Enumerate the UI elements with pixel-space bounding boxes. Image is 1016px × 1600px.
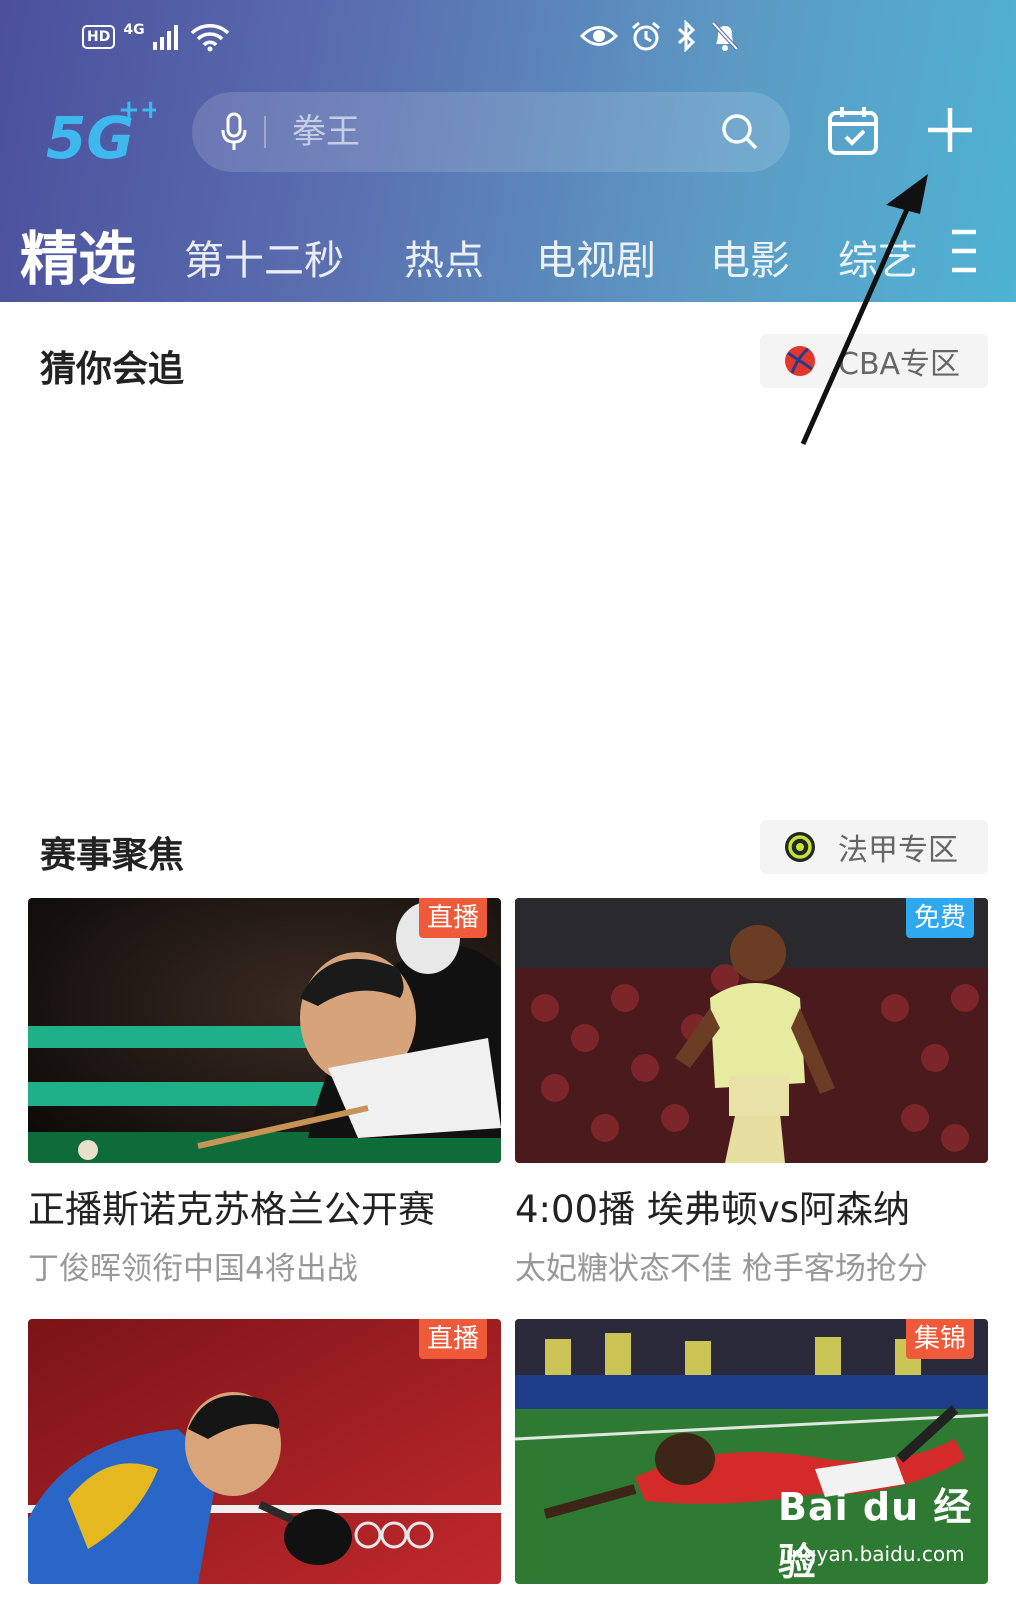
signal-icon <box>152 25 178 50</box>
watermark-url: jingyan.baidu.com <box>780 1542 965 1566</box>
eye-icon <box>580 26 618 46</box>
event-card[interactable]: 直播 <box>28 1319 501 1584</box>
card-subtitle: 丁俊晖领衔中国4将出战 <box>28 1251 358 1287</box>
tab-tv-series[interactable]: 电视剧 <box>536 228 656 286</box>
card-title[interactable]: 4:00播 埃弗顿vs阿森纳 <box>515 1179 988 1233</box>
card-thumbnail[interactable]: 免费 <box>515 898 988 1163</box>
cba-logo-icon <box>785 346 815 376</box>
plus-icon[interactable] <box>924 104 976 156</box>
tab-movies[interactable]: 电影 <box>710 228 790 286</box>
tab-hot[interactable]: 热点 <box>404 228 484 286</box>
ligue1-zone-button[interactable]: 法甲专区 <box>760 820 988 874</box>
calendar-check-icon[interactable] <box>826 104 880 158</box>
cba-zone-button[interactable]: CBA专区 <box>760 334 988 388</box>
ligue1-logo-icon <box>785 832 815 862</box>
status-left: HD 4G <box>82 22 231 52</box>
alarm-icon <box>632 21 660 51</box>
status-center <box>580 20 740 52</box>
highlights-badge: 集锦 <box>905 1319 974 1359</box>
search-separator <box>264 116 266 148</box>
card-thumbnail[interactable]: 直播 <box>28 1319 501 1584</box>
tab-twelfth-second[interactable]: 第十二秒 <box>184 228 344 286</box>
bluetooth-icon <box>677 20 696 52</box>
card-title[interactable]: 正播斯诺克苏格兰公开赛 <box>28 1179 501 1233</box>
ligue1-zone-label: 法甲专区 <box>838 833 958 868</box>
wifi-icon <box>190 24 229 52</box>
tab-featured[interactable]: 精选 <box>20 212 136 296</box>
watermark-title: Bai du 经验 <box>778 1485 973 1584</box>
search-icon[interactable] <box>720 112 760 152</box>
5g-logo-icon[interactable]: 5G ++ <box>46 96 156 166</box>
event-card[interactable]: 免费 4:00播 埃弗顿vs阿森纳 太妃糖状态不佳 枪手客场抢分 <box>515 898 988 1288</box>
app-screen: { "status_bar": { "hd": "HD", "network":… <box>0 0 1016 1600</box>
card-thumbnail[interactable]: 直播 <box>28 898 501 1163</box>
section-title-events: 赛事聚焦 <box>40 835 185 876</box>
menu-icon[interactable] <box>950 226 978 276</box>
event-card[interactable]: 直播 正播斯诺克苏格兰公开赛 丁俊晖领衔中国4将出战 <box>28 898 501 1288</box>
category-tabs: 精选 第十二秒 热点 电视剧 电影 综艺 <box>0 212 1016 293</box>
baidu-watermark: Bai du 经验 jingyan.baidu.com <box>778 1476 978 1584</box>
microphone-icon[interactable] <box>220 112 248 152</box>
live-badge: 直播 <box>418 1319 487 1359</box>
card-subtitle: 太妃糖状态不佳 枪手客场抢分 <box>515 1251 928 1287</box>
header: HD 4G 5G ++ 拳王 精选 第十二秒 热点 电视剧 电影 综艺 <box>0 0 1016 302</box>
cba-zone-label: CBA专区 <box>838 347 961 382</box>
status-bar: HD 4G <box>0 18 1016 62</box>
network-type: 4G <box>123 22 145 38</box>
tab-variety[interactable]: 综艺 <box>838 228 918 286</box>
search-bar[interactable] <box>192 92 790 172</box>
free-badge: 免费 <box>905 898 974 938</box>
svg-text:++: ++ <box>118 96 156 125</box>
live-badge: 直播 <box>418 898 487 938</box>
search-input[interactable] <box>292 110 692 154</box>
hd-badge: HD <box>82 25 116 49</box>
bell-muted-icon <box>711 21 739 51</box>
section-title-guess: 猜你会追 <box>40 349 185 390</box>
